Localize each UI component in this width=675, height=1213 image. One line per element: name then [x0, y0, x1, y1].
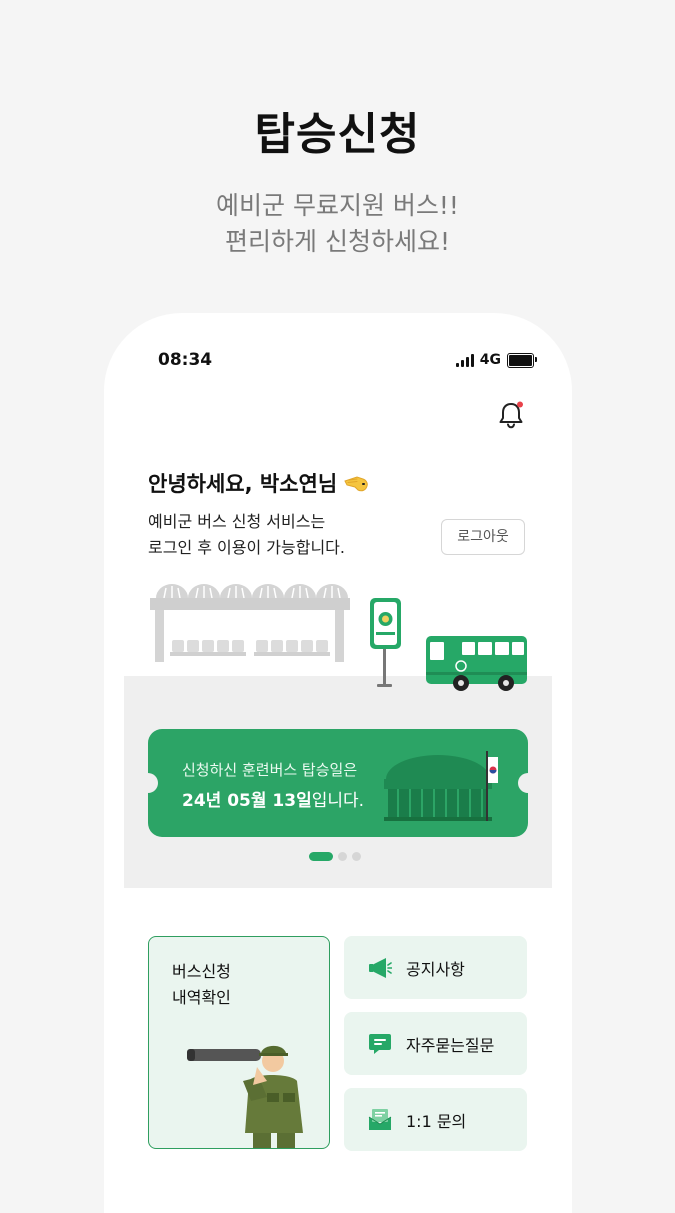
bus-application-history-card[interactable]: 버스신청 내역확인 [148, 936, 330, 1149]
faq-menu-card[interactable]: 자주묻는질문 [344, 1012, 527, 1075]
greeting: 안녕하세요, 박소연님 [148, 468, 371, 498]
notice-menu-card[interactable]: 공지사항 [344, 936, 527, 999]
phone-screen: 08:34 4G 안녕하세요, 박소연님 예비군 버스 신청 서비스는 로그인 … [104, 313, 572, 1213]
promo-title: 탑승신청 [254, 109, 421, 160]
signal-icon [455, 353, 474, 367]
inquiry-label: 1:1 문의 [406, 1111, 467, 1131]
logout-button[interactable]: 로그아웃 [441, 519, 525, 555]
login-info-line1: 예비군 버스 신청 서비스는 [148, 512, 326, 531]
banner-line2: 24년 05월 13일입니다. [182, 786, 364, 811]
boarding-date-banner[interactable] [148, 729, 528, 837]
banner-pagination[interactable] [309, 852, 361, 861]
status-indicators: 4G [455, 352, 537, 368]
bus-stop-illustration [150, 584, 527, 691]
battery-icon [507, 352, 537, 368]
status-time: 08:34 [158, 350, 213, 370]
greeting-text: 안녕하세요, 박소연님 [148, 472, 338, 496]
pagination-dot[interactable] [309, 852, 333, 861]
history-label-line1: 버스신청 [172, 962, 231, 981]
banner-date: 24년 05월 13일 [182, 791, 312, 811]
faq-label: 자주묻는질문 [406, 1035, 495, 1055]
promo-subtitle-line2: 편리하게 신청하세요! [225, 227, 450, 256]
notification-dot [517, 401, 523, 408]
history-card-label: 버스신청 내역확인 [172, 959, 231, 1011]
megaphone-icon [369, 957, 392, 978]
pagination-dot[interactable] [338, 852, 347, 861]
bell-icon[interactable] [497, 400, 525, 430]
salute-hand-icon [344, 476, 368, 492]
soldier-binoculars-illustration [187, 1045, 303, 1148]
mail-letter-icon [368, 1108, 392, 1130]
inquiry-menu-card[interactable]: 1:1 문의 [344, 1088, 527, 1151]
banner-suffix: 입니다. [311, 791, 365, 811]
notice-label: 공지사항 [406, 959, 465, 979]
banner-line1: 신청하신 훈련버스 탑승일은 [182, 761, 358, 779]
history-label-line2: 내역확인 [172, 988, 231, 1007]
promo-subtitle-line1: 예비군 무료지원 버스!! [216, 191, 459, 220]
chat-bubble-icon [369, 1033, 391, 1054]
login-info-line2: 로그인 후 이용이 가능합니다. [148, 538, 345, 557]
network-label: 4G [479, 352, 501, 368]
pagination-dot[interactable] [352, 852, 361, 861]
